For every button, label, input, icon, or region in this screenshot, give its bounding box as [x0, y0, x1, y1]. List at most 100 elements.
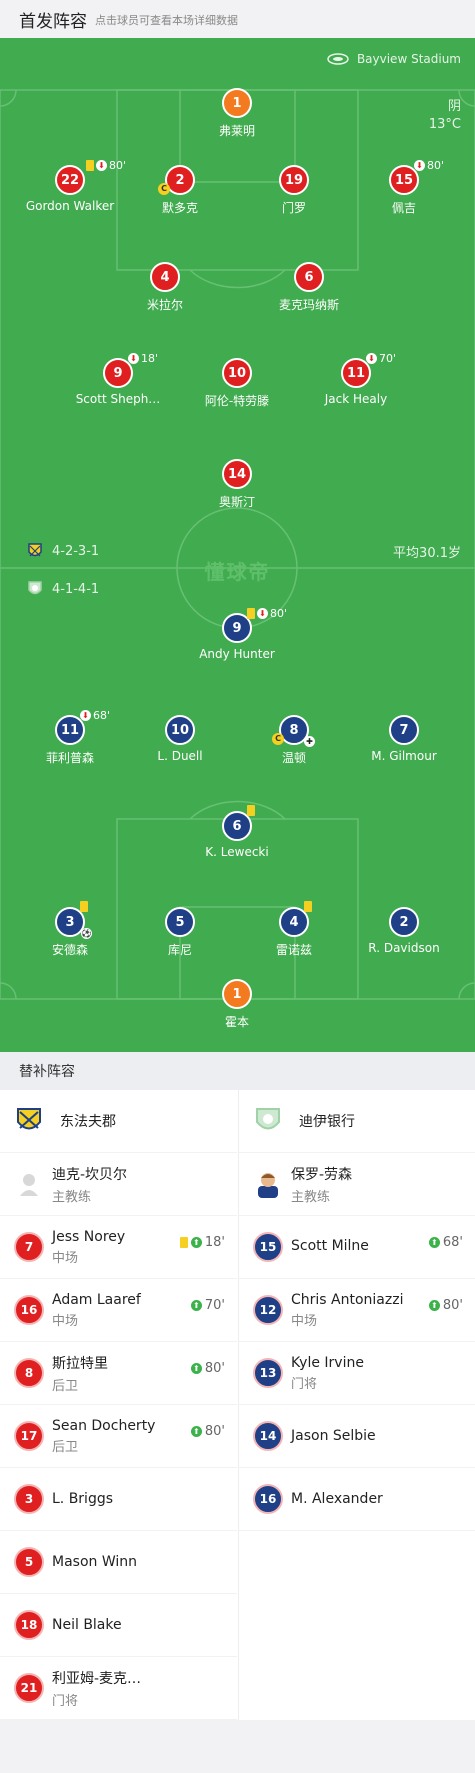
sub-name: Jason Selbie: [291, 1428, 376, 1444]
home-player-4[interactable]: 4 米拉尔: [105, 262, 225, 313]
yellow-card-icon: [80, 901, 88, 912]
sub-in-minute: 80': [204, 1361, 225, 1376]
yellow-card-icon: [247, 608, 255, 619]
away-player-5[interactable]: 5 库尼: [120, 907, 240, 958]
player-name: 米拉尔: [146, 298, 183, 312]
home-player-15[interactable]: 15 ⬇ 80' 佩吉: [344, 159, 464, 216]
sub-name: 利亚姆-麦克…: [52, 1670, 142, 1687]
yellow-card-icon: [86, 160, 94, 171]
home-coach-row[interactable]: 迪克-坎贝尔 主教练: [0, 1153, 237, 1216]
home-sub-row[interactable]: 8 斯拉特里 后卫 ⬆ 80': [0, 1342, 237, 1405]
captain-icon: C: [272, 733, 284, 745]
away-player-8[interactable]: 8 C ✚ 温顿: [234, 715, 354, 766]
home-sub-row[interactable]: 21 利亚姆-麦克… 门将: [0, 1657, 237, 1720]
event-minute: 80': [427, 159, 445, 172]
away-sub-row[interactable]: 14 Jason Selbie: [239, 1405, 475, 1468]
sub-number: 12: [253, 1295, 283, 1325]
home-player-22[interactable]: 22 ⬇ 80' Gordon Walker: [10, 159, 130, 213]
jersey-number: 14: [222, 459, 252, 489]
coach-role: 主教练: [291, 1189, 331, 1205]
event-minute: 70': [379, 352, 397, 365]
sub-out-icon: ⬇: [257, 608, 268, 619]
away-player-9[interactable]: 9 ⬇ 80' Andy Hunter: [177, 607, 297, 661]
sub-name: 斯拉特里: [52, 1355, 108, 1372]
goal-ball-icon: ⚽: [81, 928, 92, 939]
sub-name: Neil Blake: [52, 1617, 122, 1633]
sub-in-icon: ⬆: [190, 1363, 202, 1374]
player-name: Jack Healy: [324, 392, 388, 406]
sub-name: M. Alexander: [291, 1491, 383, 1507]
sub-out-icon: ⬇: [96, 160, 107, 171]
away-sub-row[interactable]: 13 Kyle Irvine 门将: [239, 1342, 475, 1405]
player-name: 菲利普森: [45, 751, 94, 765]
away-subs-column: 迪伊银行 保罗-劳森主教练 15 Scott Milne ⬆ 68' 12 Chr…: [238, 1090, 475, 1720]
home-sub-row[interactable]: 18 Neil Blake: [0, 1594, 237, 1657]
away-player-7[interactable]: 7 M. Gilmour: [344, 715, 464, 763]
sub-position: 中场: [291, 1313, 318, 1329]
sub-position: 后卫: [52, 1439, 79, 1455]
home-team-row[interactable]: 东法夫郡: [0, 1090, 237, 1153]
away-player-2[interactable]: 2 R. Davidson: [344, 907, 464, 955]
yellow-card-icon: [179, 1237, 188, 1248]
player-name: 奥斯汀: [218, 495, 255, 509]
sub-in-icon: ⬆: [190, 1300, 202, 1311]
sub-position: 门将: [291, 1376, 318, 1392]
home-player-2[interactable]: 2 C 默多克: [120, 165, 240, 216]
sub-number: 16: [253, 1484, 283, 1514]
sub-in-info: ⬆ 68': [428, 1235, 463, 1250]
away-sub-row[interactable]: 15 Scott Milne ⬆ 68': [239, 1216, 475, 1279]
stadium-name: Bayview Stadium: [356, 52, 461, 66]
sub-in-minute: 18': [204, 1235, 225, 1250]
sub-number: 14: [253, 1421, 283, 1451]
sub-name: L. Briggs: [52, 1491, 114, 1507]
sub-in-minute: 80': [442, 1298, 463, 1313]
home-player-14[interactable]: 14 奥斯汀: [177, 459, 297, 510]
sub-number: 8: [14, 1358, 44, 1388]
player-name: 麦克玛纳斯: [278, 298, 339, 312]
yellow-card-icon: [247, 805, 255, 816]
home-sub-row[interactable]: 7 Jess Norey 中场 ⬆ 18': [0, 1216, 237, 1279]
home-player-9[interactable]: 9 ⬇ 18' Scott Sheph…: [58, 352, 178, 406]
player-name: Andy Hunter: [199, 647, 275, 661]
sub-number: 21: [14, 1673, 44, 1703]
coach-role: 主教练: [52, 1189, 92, 1205]
player-name: 雷诺兹: [275, 943, 312, 957]
home-player-1[interactable]: 1 弗莱明: [177, 88, 297, 139]
away-team-row[interactable]: 迪伊银行: [239, 1090, 475, 1153]
weather-temperature: 13°C: [428, 117, 461, 132]
away-team-name: 迪伊银行: [299, 1114, 355, 1130]
captain-icon: C: [158, 183, 170, 195]
jersey-number: 2: [389, 907, 419, 937]
stadium-info: Bayview Stadium: [327, 52, 461, 66]
home-player-19[interactable]: 19 门罗: [234, 165, 354, 216]
away-player-4[interactable]: 4 雷诺兹: [234, 901, 354, 958]
sub-in-info: ⬆ 80': [190, 1361, 225, 1376]
home-player-6[interactable]: 6 麦克玛纳斯: [249, 262, 369, 313]
home-player-10[interactable]: 10 阿伦-特劳滕: [177, 358, 297, 409]
sub-in-info: ⬆ 80': [428, 1298, 463, 1313]
player-name: 门罗: [281, 201, 306, 215]
jersey-number: 5: [165, 907, 195, 937]
lineup-title: 首发阵容: [19, 11, 87, 32]
away-coach-row[interactable]: 保罗-劳森主教练: [239, 1153, 475, 1216]
home-player-11[interactable]: 11 ⬇ 70' Jack Healy: [296, 352, 416, 406]
away-sub-row[interactable]: 16 M. Alexander: [239, 1468, 475, 1531]
home-sub-row[interactable]: 16 Adam Laaref 中场 ⬆ 70': [0, 1279, 237, 1342]
player-events: [80, 901, 88, 912]
sub-number: 5: [14, 1547, 44, 1577]
sub-out-icon: ⬇: [414, 160, 425, 171]
home-sub-row[interactable]: 17 Sean Docherty 后卫 ⬆ 80': [0, 1405, 237, 1468]
coach-name: 保罗-劳森: [291, 1166, 353, 1183]
away-sub-row[interactable]: 12 Chris Antoniazzi 中场 ⬆ 80': [239, 1279, 475, 1342]
player-events: ⬇ 80': [414, 159, 444, 172]
away-player-1[interactable]: 1 霍本: [177, 979, 297, 1030]
home-sub-row[interactable]: 3 L. Briggs: [0, 1468, 237, 1531]
away-player-6[interactable]: 6 K. Lewecki: [177, 805, 297, 859]
away-player-3[interactable]: 3 ⚽ 安德森: [10, 901, 130, 958]
jersey-number: 22: [55, 165, 85, 195]
away-player-10[interactable]: 10 L. Duell: [120, 715, 240, 763]
away-player-11[interactable]: 11 ⬇ 68' 菲利普森: [10, 709, 130, 766]
home-sub-row[interactable]: 5 Mason Winn: [0, 1531, 237, 1594]
player-name: R. Davidson: [368, 941, 440, 955]
sub-number: 18: [14, 1610, 44, 1640]
